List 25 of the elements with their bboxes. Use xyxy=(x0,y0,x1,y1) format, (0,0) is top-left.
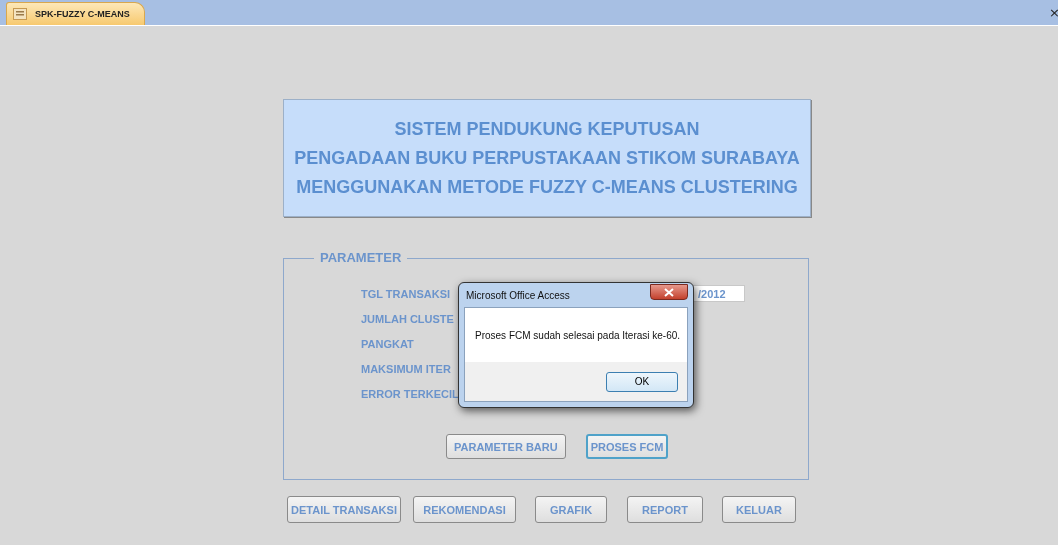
nav-button[interactable]: DETAIL TRANSAKSI xyxy=(287,496,401,523)
close-button[interactable] xyxy=(650,284,688,300)
ok-button[interactable]: OK xyxy=(606,371,678,392)
field-label: PANGKAT xyxy=(361,337,414,350)
banner-line: PENGADAAN BUKU PERPUSTAKAAN STIKOM SURABAYA xyxy=(294,147,800,169)
panel-legend: PARAMETER xyxy=(314,250,408,265)
close-button[interactable]: × xyxy=(1047,5,1058,20)
nav-button[interactable]: KELUAR xyxy=(722,496,796,523)
nav-button[interactable]: REPORT xyxy=(627,496,703,523)
action-button[interactable]: PARAMETER BARU xyxy=(446,434,566,459)
field-label: JUMLAH CLUSTE xyxy=(361,312,454,325)
close-icon xyxy=(664,287,674,297)
document-tab[interactable]: SPK-FUZZY C-MEANS xyxy=(6,2,145,25)
banner-line: MENGGUNAKAN METODE FUZZY C-MEANS CLUSTERING xyxy=(296,176,798,198)
action-button[interactable]: PROSES FCM xyxy=(585,434,669,459)
nav-button[interactable]: REKOMENDASI xyxy=(413,496,516,523)
field-label: MAKSIMUM ITER xyxy=(361,362,451,375)
dialog-message: Proses FCM sudah selesai pada Iterasi ke-60. xyxy=(475,329,681,341)
nav-button[interactable]: GRAFIK xyxy=(535,496,607,523)
field-label: ERROR TERKECIL xyxy=(361,387,459,400)
field-label: TGL TRANSAKSI xyxy=(361,287,451,300)
banner-line: SISTEM PENDUKUNG KEPUTUSAN xyxy=(394,118,700,140)
dialog-title: Microsoft Office Access xyxy=(466,289,571,301)
tab-title: SPK-FUZZY C-MEANS xyxy=(35,9,130,19)
form-icon xyxy=(13,8,27,20)
